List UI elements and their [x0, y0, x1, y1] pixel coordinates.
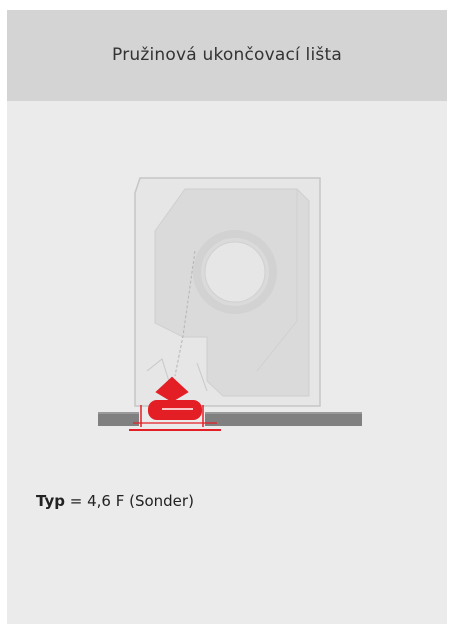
card-header: Pružinová ukončovací lišta: [7, 10, 447, 101]
spec-label: Typ: [36, 492, 65, 510]
spec-line: Typ = 4,6 F (Sonder): [36, 492, 194, 510]
floor-rail: [98, 412, 362, 426]
product-card: Pružinová ukončovací lišta Typ = 4,6 F (…: [7, 10, 447, 624]
card-title: Pružinová ukončovací lišta: [112, 44, 342, 65]
spec-value: = 4,6 F (Sonder): [69, 492, 194, 510]
spring-end-rail-diagram: [98, 177, 362, 431]
technical-drawing: [7, 101, 447, 461]
